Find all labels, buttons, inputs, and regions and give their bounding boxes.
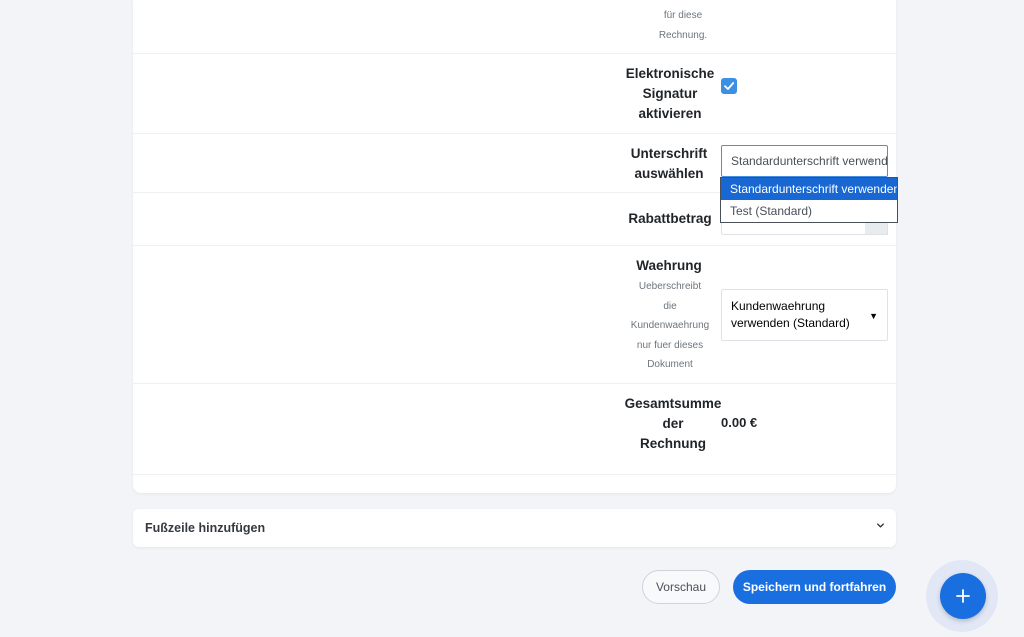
label-line: Rechnung — [640, 436, 706, 451]
esign-label: Elektronische Signatur aktivieren — [615, 64, 725, 124]
signature-dropdown: Standardunterschrift verwenden Test (Sta… — [720, 177, 898, 223]
currency-hint: Ueberschreibt die Kundenwaehrung nur fue… — [611, 277, 729, 375]
total-value: 0.00 € — [721, 415, 758, 430]
esign-row: Elektronische Signatur aktivieren — [133, 54, 896, 134]
chevron-down-icon — [877, 523, 884, 528]
hint-line: die — [663, 300, 677, 312]
label-line: Elektronische — [625, 66, 715, 81]
label-line: aktivieren — [638, 106, 702, 121]
currency-label: Waehrung — [636, 258, 702, 273]
currency-select[interactable]: Kundenwaehrung verwenden (Standard) ▼ — [721, 289, 888, 341]
hint-line: nur fuer dieses — [636, 339, 704, 351]
hint-line: für diese — [663, 10, 703, 21]
dropdown-option[interactable]: Test (Standard) — [721, 200, 897, 222]
hint-line: Dokument — [647, 359, 693, 370]
label-line: Unterschrift — [630, 146, 708, 161]
label-line: Signatur — [642, 86, 698, 101]
fab-add-button[interactable] — [940, 573, 986, 619]
footer-section-title: Fußzeile hinzufügen — [145, 521, 266, 535]
total-label: Gesamtsumme der Rechnung — [617, 394, 729, 454]
label-line: auswählen — [634, 166, 704, 181]
hint-line: Rechnung. — [658, 29, 708, 41]
save-continue-button[interactable]: Speichern und fortfahren — [733, 570, 896, 604]
caret-down-icon: ▼ — [868, 157, 876, 166]
check-icon — [724, 82, 735, 90]
total-row: Gesamtsumme der Rechnung — [133, 384, 896, 475]
signature-select-value: Standardunterschrift verwenden — [731, 154, 888, 168]
currency-select-value: Kundenwaehrung verwenden (Standard) — [731, 299, 850, 330]
invoice-settings-card: für diese Rechnung. Elektronische Signat… — [133, 0, 896, 493]
dropdown-option[interactable]: Standardunterschrift verwenden — [721, 178, 897, 200]
esign-checkbox[interactable] — [721, 78, 737, 94]
plus-icon — [956, 589, 970, 603]
caret-down-icon: ▼ — [869, 311, 878, 321]
hint-line: Kundenwaehrung — [630, 320, 710, 331]
footer-section-toggle[interactable]: Fußzeile hinzufügen — [133, 509, 896, 547]
signature-label: Unterschrift auswählen — [619, 144, 719, 184]
hint-line: Ueberschreibt — [638, 281, 702, 292]
label-line: der — [662, 416, 684, 431]
label-line: Gesamtsumme — [624, 396, 722, 411]
preview-button[interactable]: Vorschau — [642, 570, 720, 604]
signature-select[interactable]: Standardunterschrift verwenden ▼ — [721, 145, 888, 177]
prev-row: für diese Rechnung. — [133, 0, 896, 54]
prev-row-hint: für diese Rechnung. — [623, 6, 743, 45]
discount-label: Rabattbetrag — [628, 211, 712, 226]
